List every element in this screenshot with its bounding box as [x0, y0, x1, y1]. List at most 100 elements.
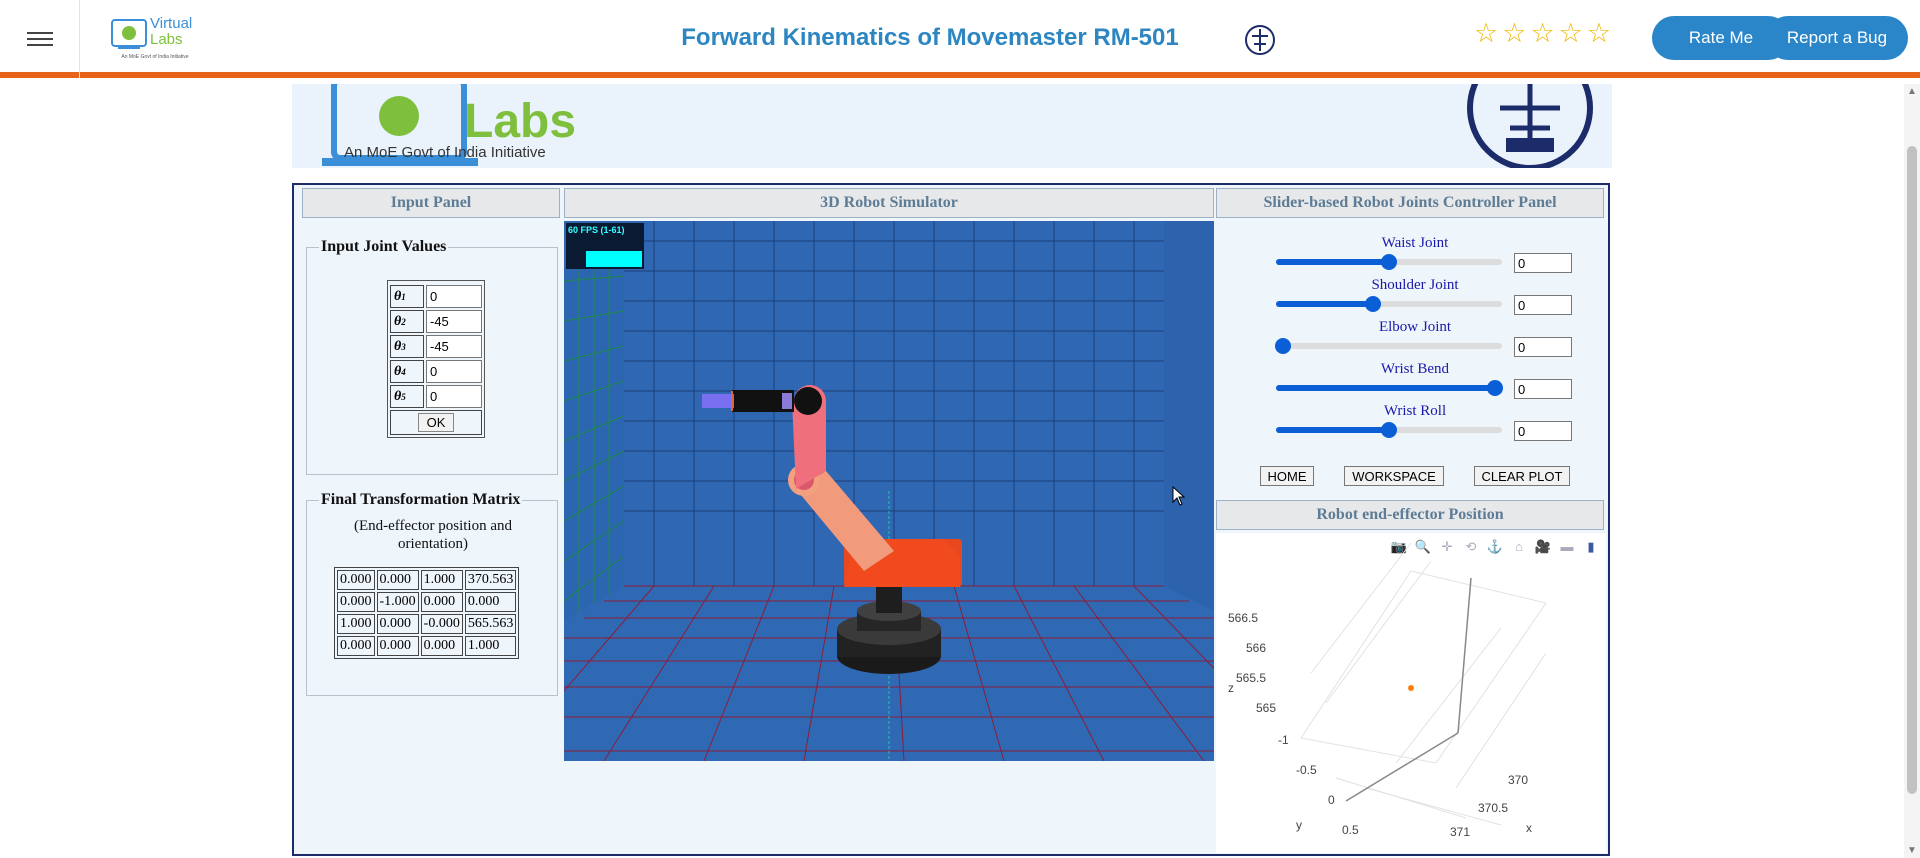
slider-fill — [1276, 427, 1389, 433]
theta-2-label: θ2 — [390, 310, 424, 333]
waist-joint-input[interactable] — [1514, 253, 1572, 273]
lab-banner: Labs An MoE Govt of India Initiative — [292, 84, 1612, 168]
elbow-joint-input[interactable] — [1514, 337, 1572, 357]
slider-row-wrist-bend: Wrist Bend — [1216, 361, 1604, 403]
theta-3-label: θ3 — [390, 335, 424, 358]
z-tick: 565.5 — [1236, 671, 1267, 685]
transformation-matrix-table: 0.000 0.000 1.000 370.563 0.000 -1.000 0… — [334, 567, 520, 659]
workspace-button[interactable]: WORKSPACE — [1344, 466, 1444, 486]
virtual-labs-logo[interactable]: Virtual Labs An MoE Govt of India Initia… — [110, 14, 200, 62]
x-tick: 370 — [1508, 773, 1529, 787]
slider-fill — [1276, 301, 1374, 307]
slider-thumb[interactable] — [1381, 422, 1397, 438]
x-tick: 370.5 — [1478, 801, 1509, 815]
joint-row: θ4 — [390, 360, 482, 383]
joint-row: θ2 — [390, 310, 482, 333]
end-effector-3d-plot[interactable]: 📷 🔍 ✛ ⟲ ⚓ ⌂ 🎥 ▬ ▮ 566.5 566 565.5 565 z … — [1216, 533, 1606, 853]
y-axis-label: y — [1296, 818, 1302, 832]
y-tick: 0.5 — [1342, 823, 1359, 837]
ok-button[interactable]: OK — [417, 413, 455, 432]
slider-thumb[interactable] — [1274, 338, 1291, 354]
page-title: Forward Kinematics of Movemaster RM-501 — [681, 24, 1179, 51]
theta-2-input[interactable] — [426, 310, 482, 333]
wrist-bend-input[interactable] — [1514, 379, 1572, 399]
home-button[interactable]: HOME — [1260, 466, 1314, 486]
end-effector-point — [1408, 685, 1414, 691]
shoulder-joint-slider[interactable] — [1276, 296, 1502, 312]
simulator-panel-header: 3D Robot Simulator — [564, 188, 1214, 218]
mouse-cursor-icon — [1172, 486, 1186, 506]
slider-thumb[interactable] — [1487, 380, 1504, 396]
plot-panel-header: Robot end-effector Position — [1216, 500, 1604, 530]
star-icon[interactable]: ☆ — [1559, 20, 1583, 47]
waist-joint-label: Waist Joint — [1381, 235, 1449, 251]
elbow-joint-slider[interactable] — [1274, 338, 1502, 354]
matrix-caption: (End-effector position and orientation) — [307, 517, 559, 553]
slider-row-waist: Waist Joint — [1216, 235, 1604, 277]
scroll-down-icon[interactable]: ▼ — [1907, 845, 1917, 856]
rating-stars: ☆ ☆ ☆ ☆ ☆ — [1474, 20, 1611, 47]
slider-thumb[interactable] — [1381, 254, 1397, 270]
theta-1-label: θ1 — [390, 285, 424, 308]
joint-row: θ5 — [390, 385, 482, 408]
matrix-cell: -1.000 — [376, 592, 419, 612]
theta-3-input[interactable] — [426, 335, 482, 358]
fps-text: 60 FPS (1-61) — [568, 225, 625, 235]
theta-5-label: θ5 — [390, 385, 424, 408]
scroll-thumb[interactable] — [1907, 146, 1917, 794]
clear-plot-button[interactable]: CLEAR PLOT — [1474, 466, 1570, 486]
matrix-cell: 1.000 — [420, 570, 463, 590]
wrist-roll-slider[interactable] — [1276, 422, 1502, 438]
star-icon[interactable]: ☆ — [1474, 20, 1498, 47]
matrix-cell: 0.000 — [337, 636, 375, 656]
matrix-caption-line-1: (End-effector position and — [353, 518, 512, 534]
fps-meter: 60 FPS (1-61) — [566, 223, 644, 269]
table-row: 0.000 0.000 0.000 1.000 — [337, 636, 517, 656]
joint-row: θ1 — [390, 285, 482, 308]
matrix-cell: 0.000 — [337, 592, 375, 612]
matrix-cell: 0.000 — [464, 592, 517, 612]
star-icon[interactable]: ☆ — [1502, 20, 1526, 47]
menu-icon[interactable] — [0, 0, 80, 78]
wrist-roll-label: Wrist Roll — [1383, 403, 1447, 419]
flask-icon — [111, 19, 147, 49]
elbow-joint-label: Elbow Joint — [1378, 319, 1452, 335]
joint-values-table: θ1 θ2 θ3 θ4 θ5 OK — [387, 280, 485, 438]
matrix-legend: Final Transformation Matrix — [319, 491, 523, 509]
star-icon[interactable]: ☆ — [1587, 20, 1611, 47]
z-axis-label: z — [1228, 681, 1234, 695]
scroll-up-icon[interactable]: ▲ — [1907, 86, 1917, 97]
z-tick: 565 — [1256, 701, 1277, 715]
table-row: 1.000 0.000 -0.000 565.563 — [337, 614, 517, 634]
y-tick: 0 — [1328, 793, 1335, 807]
slider-fill — [1276, 385, 1496, 391]
matrix-cell: 0.000 — [420, 592, 463, 612]
robot-scene — [564, 221, 1214, 761]
slider-row-elbow: Elbow Joint — [1216, 319, 1604, 361]
wrist-roll-input[interactable] — [1514, 421, 1572, 441]
robot-3d-canvas[interactable]: 60 FPS (1-61) — [564, 221, 1214, 761]
slider-fill — [1276, 259, 1389, 265]
banner-tagline: An MoE Govt of India Initiative — [344, 144, 546, 161]
table-row: 0.000 0.000 1.000 370.563 — [337, 570, 517, 590]
theta-4-input[interactable] — [426, 360, 482, 383]
theta-1-input[interactable] — [426, 285, 482, 308]
matrix-cell: 0.000 — [337, 570, 375, 590]
report-bug-button[interactable]: Report a Bug — [1766, 16, 1908, 60]
star-icon[interactable]: ☆ — [1530, 20, 1554, 47]
plot-3d-axes — [1300, 542, 1547, 826]
x-axis-label: x — [1526, 821, 1532, 835]
banner-labs-text: Labs — [464, 95, 577, 148]
waist-joint-slider[interactable] — [1276, 254, 1502, 270]
shoulder-joint-input[interactable] — [1514, 295, 1572, 315]
logo-word-labs: Labs — [150, 31, 183, 48]
wrist-bend-slider[interactable] — [1276, 380, 1504, 396]
input-panel-header: Input Panel — [302, 188, 560, 218]
joint-values-legend: Input Joint Values — [319, 238, 449, 256]
slider-thumb[interactable] — [1365, 296, 1382, 312]
theta-5-input[interactable] — [426, 385, 482, 408]
logo-word-virtual: Virtual — [150, 15, 193, 32]
page-scrollbar[interactable]: ▲ ▼ — [1904, 84, 1920, 858]
ok-row: OK — [390, 410, 482, 435]
matrix-cell: 0.000 — [376, 614, 419, 634]
